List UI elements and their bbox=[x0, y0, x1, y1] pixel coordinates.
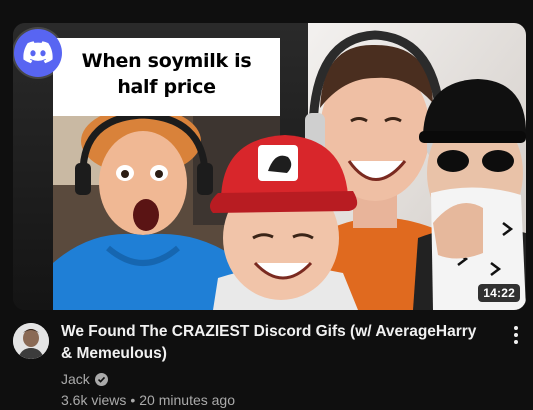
video-card[interactable]: When soymilk is half price 14:22 We Foun… bbox=[0, 0, 533, 410]
published-time: 20 minutes ago bbox=[139, 392, 235, 408]
view-count: 3.6k views bbox=[61, 392, 127, 408]
stats-separator: • bbox=[130, 392, 136, 408]
video-meta: We Found The CRAZIEST Discord Gifs (w/ A… bbox=[61, 321, 491, 409]
video-thumbnail[interactable]: When soymilk is half price 14:22 bbox=[13, 23, 526, 310]
more-vert-icon[interactable] bbox=[506, 322, 526, 348]
menu-dot bbox=[514, 326, 518, 330]
channel-name[interactable]: Jack bbox=[61, 370, 90, 388]
discord-logo-icon bbox=[14, 29, 62, 77]
duration-badge: 14:22 bbox=[478, 284, 520, 302]
meme-caption-panel: When soymilk is half price bbox=[53, 38, 280, 116]
meme-caption-text: When soymilk is half price bbox=[81, 50, 252, 98]
video-title[interactable]: We Found The CRAZIEST Discord Gifs (w/ A… bbox=[61, 321, 491, 365]
channel-row: Jack bbox=[61, 370, 491, 388]
check-circle-icon bbox=[94, 372, 108, 386]
channel-avatar[interactable] bbox=[13, 323, 49, 359]
menu-dot bbox=[514, 333, 518, 337]
video-stats: 3.6k views • 20 minutes ago bbox=[61, 391, 491, 409]
menu-dot bbox=[514, 340, 518, 344]
